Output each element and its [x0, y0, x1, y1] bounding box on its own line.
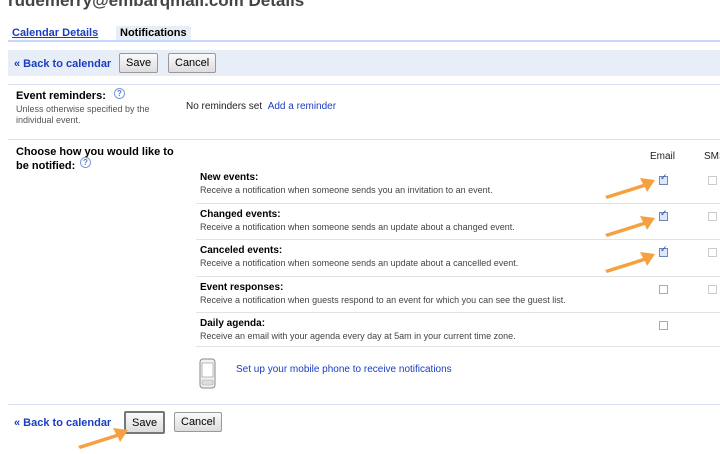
add-reminder-link[interactable]: Add a reminder: [268, 101, 336, 112]
new-events-desc: Receive a notification when someone send…: [200, 185, 493, 195]
annotation-arrow: [605, 252, 655, 273]
daily-agenda-email-checkbox[interactable]: [659, 321, 668, 330]
canceled-events-email-checkbox[interactable]: [659, 245, 668, 257]
top-action-bar: « Back to calendar Save Cancel: [8, 50, 720, 76]
help-icon[interactable]: ?: [114, 88, 125, 99]
row-divider: [196, 312, 720, 313]
save-button[interactable]: Save: [119, 53, 159, 73]
tab-notifications[interactable]: Notifications: [116, 26, 191, 40]
tab-calendar-details[interactable]: Calendar Details: [8, 26, 102, 40]
changed-events-title: Changed events:: [200, 209, 281, 220]
cancel-button[interactable]: Cancel: [168, 53, 217, 73]
new-events-title: New events:: [200, 172, 259, 183]
divider: [8, 139, 720, 140]
reminders-status: No reminders set Add a reminder: [186, 101, 336, 112]
event-responses-email-checkbox[interactable]: [659, 285, 668, 294]
event-responses-sms-checkbox[interactable]: [708, 285, 717, 294]
new-events-sms-checkbox[interactable]: [708, 176, 717, 185]
sms-column-header: SMS: [704, 151, 720, 162]
row-divider: [196, 346, 720, 347]
canceled-events-sms-checkbox[interactable]: [708, 248, 717, 257]
canceled-events-title: Canceled events:: [200, 245, 283, 256]
setup-mobile-link[interactable]: Set up your mobile phone to receive noti…: [236, 364, 452, 375]
changed-events-email-checkbox[interactable]: [659, 209, 668, 221]
event-responses-title: Event responses:: [200, 282, 284, 293]
divider: [8, 404, 720, 405]
row-divider: [196, 239, 720, 240]
annotation-arrow: [605, 178, 655, 199]
event-reminders-label: Event reminders:: [16, 90, 106, 102]
help-icon[interactable]: ?: [80, 157, 91, 168]
back-to-calendar-link[interactable]: « Back to calendar: [14, 58, 111, 70]
notify-method-label: Choose how you would like to be notified…: [16, 146, 174, 172]
page-title: rudemerry@embarqmail.com Details: [8, 0, 305, 10]
event-reminders-note: Unless otherwise specified by the indivi…: [16, 104, 150, 125]
divider: [8, 84, 720, 85]
tab-bar: Calendar Details Notifications: [8, 24, 720, 42]
changed-events-sms-checkbox[interactable]: [708, 212, 717, 221]
new-events-email-checkbox[interactable]: [659, 173, 668, 185]
daily-agenda-title: Daily agenda:: [200, 318, 266, 329]
canceled-events-desc: Receive a notification when someone send…: [200, 258, 519, 268]
email-column-header: Email: [650, 151, 676, 162]
annotation-arrow: [78, 428, 128, 449]
row-divider: [196, 203, 720, 204]
event-responses-desc: Receive a notification when guests respo…: [200, 295, 566, 305]
row-divider: [196, 276, 720, 277]
cancel-button-bottom[interactable]: Cancel: [174, 412, 223, 432]
save-button-bottom[interactable]: Save: [124, 411, 166, 434]
changed-events-desc: Receive a notification when someone send…: [200, 222, 515, 232]
reminders-status-text: No reminders set: [186, 101, 263, 112]
annotation-arrow: [605, 216, 655, 237]
daily-agenda-desc: Receive an email with your agenda every …: [200, 331, 516, 341]
mobile-phone-icon: [199, 358, 216, 389]
